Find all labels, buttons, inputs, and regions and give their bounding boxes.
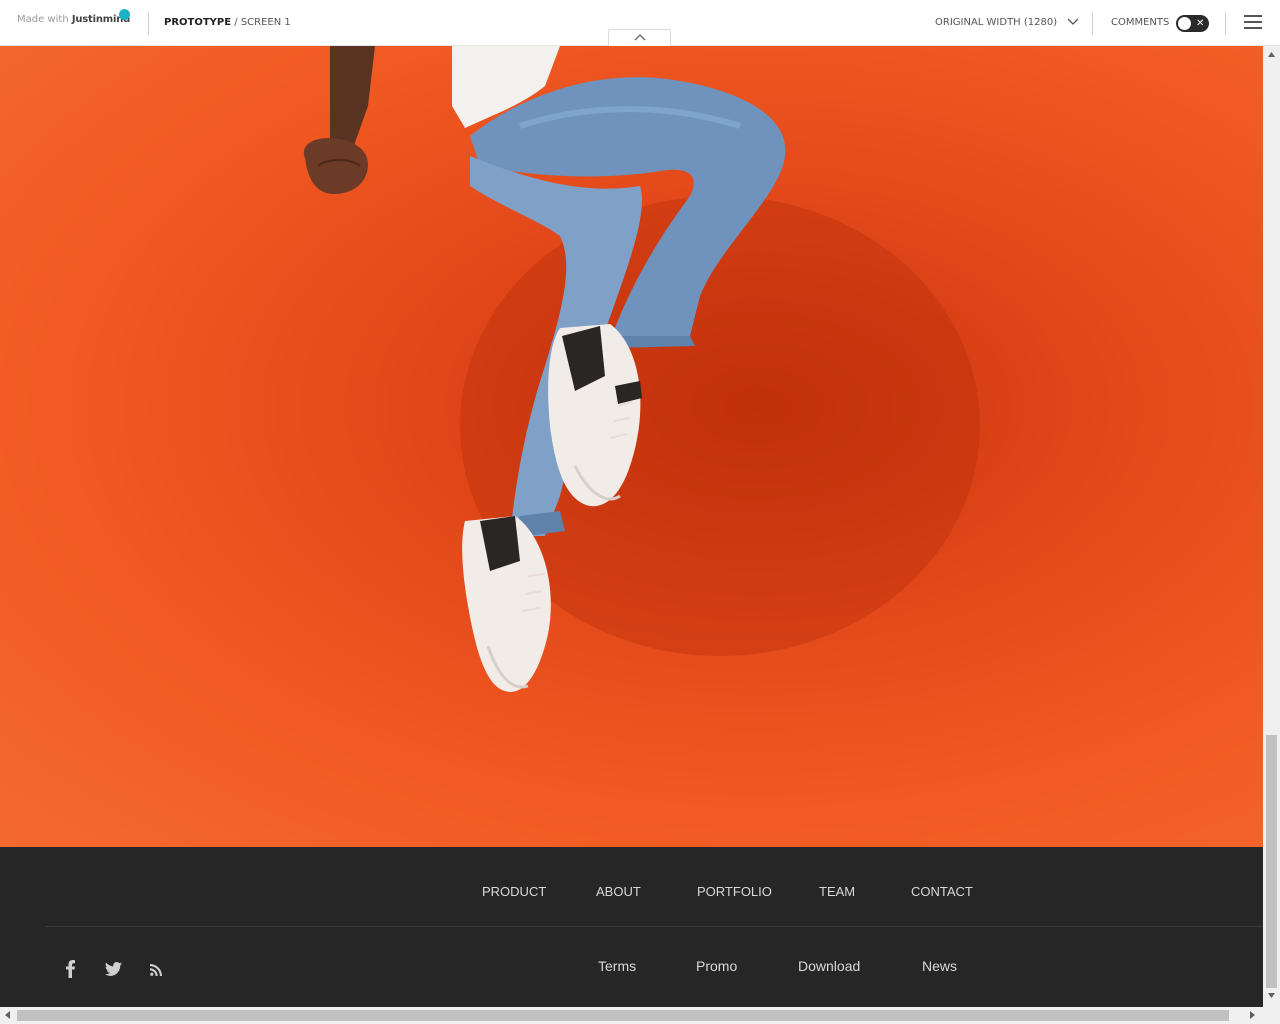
footer-nav-portfolio[interactable]: PORTFOLIO [697,884,772,899]
vertical-scrollbar[interactable] [1263,46,1280,1007]
brand-prefix: Made with [17,14,69,25]
breadcrumb-root[interactable]: PROTOTYPE [164,17,231,28]
footer-nav-product[interactable]: PRODUCT [482,884,546,899]
horizontal-scrollbar[interactable] [0,1007,1263,1024]
divider [1225,12,1226,35]
collapse-toolbar-button[interactable] [608,29,671,46]
chevron-down-icon[interactable] [1066,15,1080,29]
divider [148,12,149,35]
site-footer: PRODUCT ABOUT PORTFOLIO TEAM CONTACT Ter… [0,847,1263,1007]
comments-toggle[interactable]: ✕ [1176,15,1209,32]
facebook-icon[interactable] [64,960,78,978]
comments-label: COMMENTS [1111,17,1170,28]
footer-link-news[interactable]: News [922,958,957,974]
scroll-down-arrow-icon[interactable] [1268,993,1275,998]
brand-dot-icon [119,9,130,20]
scroll-up-arrow-icon[interactable] [1268,52,1275,57]
toggle-knob [1178,17,1191,30]
jumping-person-illustration [303,46,980,692]
footer-nav-contact[interactable]: CONTACT [911,884,973,899]
breadcrumb: PROTOTYPE / SCREEN 1 [164,17,291,28]
rss-icon[interactable] [150,964,162,976]
footer-nav-about[interactable]: ABOUT [596,884,641,899]
footer-link-terms[interactable]: Terms [598,958,636,974]
footer-nav-team[interactable]: TEAM [819,884,855,899]
twitter-icon[interactable] [105,962,122,976]
breadcrumb-screen[interactable]: SCREEN 1 [241,17,291,28]
chevron-up-icon [634,34,646,41]
scroll-left-arrow-icon[interactable] [5,1011,10,1019]
scrollbar-corner [1263,1007,1280,1024]
breadcrumb-separator: / [231,17,241,28]
brand-logo[interactable]: Made with Justinmind [17,14,130,25]
footer-divider [45,926,1263,927]
hero-image [0,46,1263,847]
width-selector[interactable]: ORIGINAL WIDTH (1280) [935,17,1057,28]
footer-link-promo[interactable]: Promo [696,958,737,974]
footer-link-download[interactable]: Download [798,958,860,974]
scroll-right-arrow-icon[interactable] [1250,1011,1255,1019]
divider [1092,12,1093,35]
vertical-scroll-thumb[interactable] [1266,735,1277,988]
horizontal-scroll-thumb[interactable] [17,1010,1229,1021]
hamburger-menu-icon[interactable] [1244,15,1262,31]
close-icon: ✕ [1196,18,1205,29]
